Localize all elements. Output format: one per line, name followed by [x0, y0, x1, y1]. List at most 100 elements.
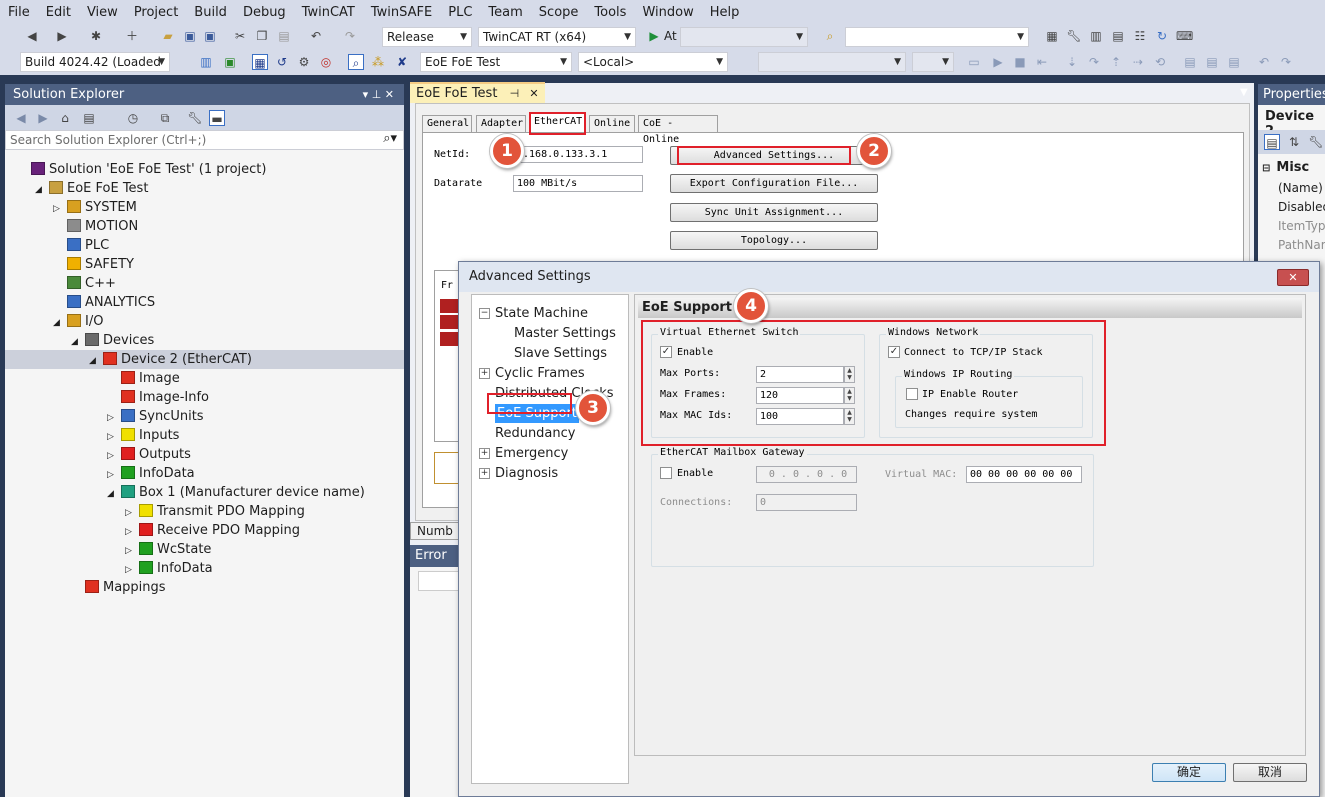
- datarate-field[interactable]: 100 MBit/s: [513, 175, 643, 192]
- step-out-icon[interactable]: ⇡: [1108, 54, 1124, 70]
- menu-item[interactable]: Edit: [38, 5, 79, 20]
- find-icon[interactable]: ⌕: [822, 28, 838, 44]
- error-list-header[interactable]: Error Li: [410, 545, 460, 585]
- tree-item[interactable]: ▷ Inputs: [5, 426, 404, 445]
- cut-icon[interactable]: ✂: [232, 28, 248, 44]
- settings-tree-item[interactable]: Diagnosis: [495, 464, 558, 483]
- cancel-button[interactable]: 取消: [1233, 763, 1307, 782]
- menu-item[interactable]: Build: [186, 5, 235, 20]
- tree-item[interactable]: ▷ Transmit PDO Mapping: [5, 502, 404, 521]
- tree-item[interactable]: ▷ Receive PDO Mapping: [5, 521, 404, 540]
- tree-item[interactable]: PLC: [5, 236, 404, 255]
- panel-controls[interactable]: ▾ ⊥ ✕: [363, 84, 404, 105]
- menu-item[interactable]: TwinCAT: [294, 5, 363, 20]
- property-name[interactable]: (Name): [1278, 179, 1325, 198]
- collapse-icon[interactable]: ⊟: [1262, 163, 1270, 174]
- switch-view-icon[interactable]: ▤: [81, 110, 97, 126]
- expand-icon[interactable]: +: [479, 368, 490, 379]
- sync-icon[interactable]: ⧉: [157, 110, 173, 126]
- document-tab[interactable]: EoE FoE Test ⊣ ✕: [410, 82, 545, 103]
- menu-item[interactable]: Team: [480, 5, 530, 20]
- doc-overflow-icon[interactable]: ▼: [1240, 87, 1248, 98]
- tree-item[interactable]: ◢ Device 2 (EtherCAT): [5, 350, 404, 369]
- tree-item[interactable]: SAFETY: [5, 255, 404, 274]
- build-dropdown[interactable]: Build 4024.42 (Loaded ▼: [20, 52, 170, 72]
- search-icon[interactable]: ⌕▾: [383, 131, 397, 146]
- error-filter[interactable]: [418, 571, 460, 591]
- pending-changes-icon[interactable]: ◷: [125, 110, 141, 126]
- tree-item[interactable]: ◢ Devices: [5, 331, 404, 350]
- breakpoint-icon[interactable]: ⇢: [1130, 54, 1146, 70]
- undo-plc-icon[interactable]: ↶: [1256, 54, 1272, 70]
- dialog-close-button[interactable]: ✕: [1277, 269, 1309, 286]
- tree-item[interactable]: ▷ WcState: [5, 540, 404, 559]
- menu-item[interactable]: Scope: [531, 5, 587, 20]
- properties-category[interactable]: ⊟ Misc: [1262, 160, 1309, 175]
- logout-icon[interactable]: ⇤: [1034, 54, 1050, 70]
- copy-icon[interactable]: ❐: [254, 28, 270, 44]
- menu-item[interactable]: View: [79, 5, 126, 20]
- toolbox-icon[interactable]: ▥: [1088, 28, 1104, 44]
- settings-tree-item[interactable]: Master Settings: [514, 324, 616, 343]
- tree-item[interactable]: ▷ SYSTEM: [5, 198, 404, 217]
- step-over-icon[interactable]: ↷: [1086, 54, 1102, 70]
- restart-icon[interactable]: ↺: [274, 54, 290, 70]
- config-mode-icon[interactable]: ⚙: [296, 54, 312, 70]
- redo-icon[interactable]: ↷: [342, 28, 358, 44]
- menu-item[interactable]: Debug: [235, 5, 294, 20]
- tree-item[interactable]: ◢ I/O: [5, 312, 404, 331]
- step-icon[interactable]: ⇣: [1064, 54, 1080, 70]
- tree-item[interactable]: ▷ SyncUnits: [5, 407, 404, 426]
- reset-icon[interactable]: ⟲: [1152, 54, 1168, 70]
- menu-item[interactable]: TwinSAFE: [363, 5, 440, 20]
- property-pathname[interactable]: PathNar: [1278, 236, 1325, 255]
- force-icon[interactable]: ▤: [1204, 54, 1220, 70]
- command-icon[interactable]: ⌨: [1176, 28, 1193, 44]
- tree-item[interactable]: ANALYTICS: [5, 293, 404, 312]
- virtual-mac-field[interactable]: 00 00 00 00 00 00: [966, 466, 1082, 483]
- unforce-icon[interactable]: ▤: [1226, 54, 1242, 70]
- stop-plc-icon[interactable]: ■: [1012, 54, 1028, 70]
- gateway-enable-checkbox[interactable]: [660, 467, 672, 479]
- project-dropdown[interactable]: EoE FoE Test ▼: [420, 52, 572, 72]
- topology-button[interactable]: Topology...: [670, 231, 878, 250]
- tab-coe-online[interactable]: CoE - Online: [638, 115, 718, 145]
- forward-icon[interactable]: ▶: [54, 28, 70, 44]
- tree-item[interactable]: Image-Info: [5, 388, 404, 407]
- undo-icon[interactable]: ↶: [308, 28, 324, 44]
- home-icon[interactable]: ⌂: [57, 110, 73, 126]
- tree-icon[interactable]: ⁂: [370, 54, 386, 70]
- attach-label[interactable]: At: [664, 29, 677, 43]
- sync-unit-button[interactable]: Sync Unit Assignment...: [670, 203, 878, 222]
- bars-icon[interactable]: ▥: [198, 54, 214, 70]
- tree-item[interactable]: Solution 'EoE FoE Test' (1 project): [5, 160, 404, 179]
- start-plc-icon[interactable]: ▶: [990, 54, 1006, 70]
- properties-wrench-icon[interactable]: 🔧︎: [187, 110, 203, 126]
- new-project-icon[interactable]: ✱: [88, 28, 104, 44]
- redo-plc-icon[interactable]: ↷: [1278, 54, 1294, 70]
- login-icon[interactable]: ▭: [966, 54, 982, 70]
- write-icon[interactable]: ▤: [1182, 54, 1198, 70]
- menu-item[interactable]: Window: [634, 5, 701, 20]
- menu-item[interactable]: PLC: [440, 5, 480, 20]
- menu-item[interactable]: Tools: [586, 5, 634, 20]
- connections-field[interactable]: 0: [756, 494, 857, 511]
- tree-item[interactable]: ▷ InfoData: [5, 559, 404, 578]
- toggle-freerun-icon[interactable]: ✘: [394, 54, 410, 70]
- settings-tree-item[interactable]: Emergency: [495, 444, 568, 463]
- attach-dropdown[interactable]: ▼: [680, 27, 808, 47]
- build-icon[interactable]: ▣: [222, 54, 238, 70]
- tree-item[interactable]: ▷ InfoData: [5, 464, 404, 483]
- gateway-ip-field[interactable]: 0 . 0 . 0 . 0: [756, 466, 857, 483]
- se-search[interactable]: Search Solution Explorer (Ctrl+;) ⌕▾: [5, 130, 404, 150]
- tree-item[interactable]: Image: [5, 369, 404, 388]
- platform-dropdown[interactable]: TwinCAT RT (x64) ▼: [478, 27, 636, 47]
- export-config-button[interactable]: Export Configuration File...: [670, 174, 878, 193]
- activate-config-icon[interactable]: ▦: [252, 54, 268, 70]
- netid-field[interactable]: 2.168.0.133.3.1: [513, 146, 643, 163]
- categorized-icon[interactable]: ▤: [1264, 134, 1280, 150]
- property-pages-icon[interactable]: 🔧︎: [1308, 134, 1324, 150]
- target-dropdown[interactable]: <Local> ▼: [578, 52, 728, 72]
- tab-adapter[interactable]: Adapter: [476, 115, 526, 132]
- bottom-tab[interactable]: Numb: [410, 522, 460, 540]
